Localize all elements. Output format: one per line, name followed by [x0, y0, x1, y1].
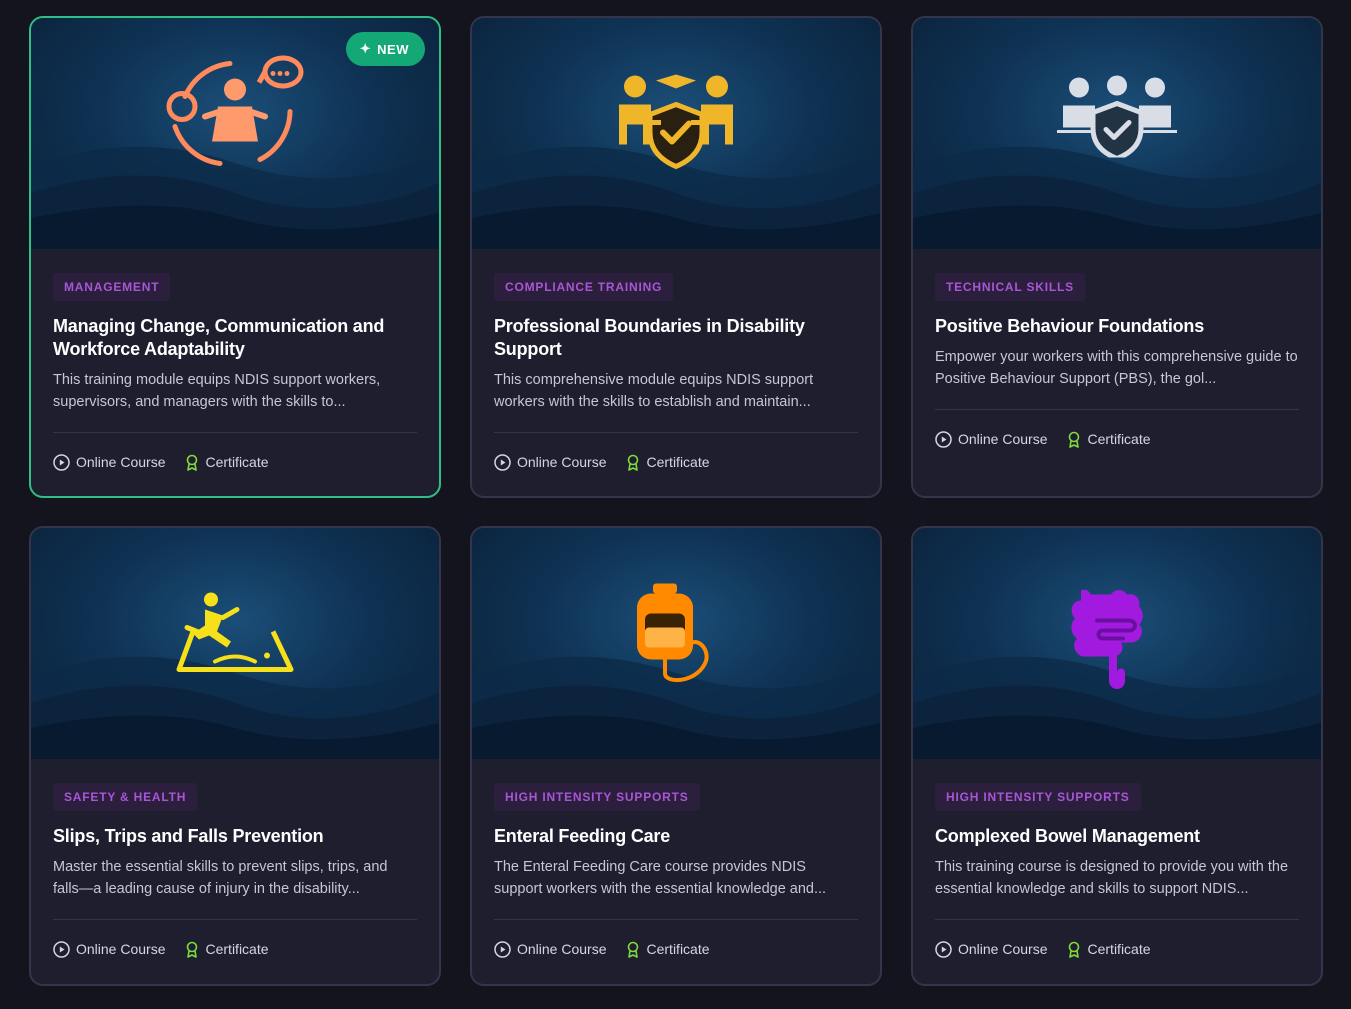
- play-circle-icon: [935, 940, 952, 958]
- course-description: The Enteral Feeding Care course provides…: [494, 859, 827, 897]
- course-meta: Online Course Certificate: [494, 920, 858, 978]
- play-circle-icon: [494, 453, 511, 471]
- course-banner: [913, 528, 1321, 759]
- new-badge: ✦ NEW: [345, 32, 425, 66]
- course-meta: Online Course Certificate: [53, 920, 417, 978]
- course-type: Online Course: [494, 940, 607, 958]
- play-circle-icon: [53, 453, 70, 471]
- course-title[interactable]: Managing Change, Communication and Workf…: [53, 315, 417, 361]
- course-type: Online Course: [53, 940, 166, 958]
- certificate-info: Certificate: [1066, 431, 1151, 448]
- certificate-info: Certificate: [184, 454, 269, 471]
- certificate-info: Certificate: [625, 941, 710, 958]
- course-type: Online Course: [935, 940, 1048, 958]
- course-card[interactable]: TECHNICAL SKILLS Positive Behaviour Foun…: [911, 16, 1323, 498]
- certificate-info: Certificate: [625, 454, 710, 471]
- play-circle-icon: [935, 430, 952, 448]
- course-card[interactable]: HIGH INTENSITY SUPPORTS Complexed Bowel …: [911, 526, 1323, 986]
- sparkle-icon: ✦: [359, 41, 372, 56]
- course-description: Master the essential skills to prevent s…: [53, 859, 388, 897]
- course-type: Online Course: [53, 453, 166, 471]
- award-icon: [627, 941, 638, 958]
- course-title[interactable]: Slips, Trips and Falls Prevention: [53, 825, 417, 848]
- category-tag: HIGH INTENSITY SUPPORTS: [494, 783, 700, 811]
- course-title[interactable]: Enteral Feeding Care: [494, 825, 858, 848]
- course-meta: Online Course Certificate: [935, 410, 1299, 468]
- feeding-bag-icon: [631, 583, 721, 693]
- category-tag: HIGH INTENSITY SUPPORTS: [935, 783, 1141, 811]
- award-icon: [1068, 431, 1079, 448]
- course-type: Online Course: [494, 453, 607, 471]
- play-circle-icon: [53, 940, 70, 958]
- award-icon: [1068, 941, 1079, 958]
- course-description: This training module equips NDIS support…: [53, 372, 381, 410]
- group-shield-icon: [1057, 74, 1177, 163]
- course-meta: Online Course Certificate: [53, 433, 417, 491]
- course-card[interactable]: COMPLIANCE TRAINING Professional Boundar…: [470, 16, 882, 498]
- intestine-icon: [1067, 581, 1167, 696]
- course-meta: Online Course Certificate: [494, 433, 858, 491]
- award-icon: [186, 941, 197, 958]
- course-title[interactable]: Professional Boundaries in Disability Su…: [494, 315, 858, 361]
- course-card[interactable]: HIGH INTENSITY SUPPORTS Enteral Feeding …: [470, 526, 882, 986]
- course-banner: [913, 18, 1321, 249]
- course-type: Online Course: [935, 430, 1048, 448]
- category-tag: SAFETY & HEALTH: [53, 783, 198, 811]
- category-tag: MANAGEMENT: [53, 273, 171, 301]
- course-title[interactable]: Positive Behaviour Foundations: [935, 315, 1299, 338]
- course-grid: ✦ NEW MANAGEMENT Managing Change, Commun…: [0, 0, 1351, 1009]
- course-banner: [31, 528, 439, 759]
- certificate-info: Certificate: [1066, 941, 1151, 958]
- category-tag: TECHNICAL SKILLS: [935, 273, 1085, 301]
- course-card[interactable]: ✦ NEW MANAGEMENT Managing Change, Commun…: [29, 16, 441, 498]
- course-description: This training course is designed to prov…: [935, 859, 1289, 897]
- course-description: Empower your workers with this comprehen…: [935, 349, 1298, 387]
- course-meta: Online Course Certificate: [935, 920, 1299, 978]
- course-banner: [472, 18, 880, 249]
- course-title[interactable]: Complexed Bowel Management: [935, 825, 1299, 848]
- play-circle-icon: [494, 940, 511, 958]
- category-tag: COMPLIANCE TRAINING: [494, 273, 674, 301]
- award-icon: [186, 454, 197, 471]
- change-management-icon: [160, 52, 310, 177]
- course-card[interactable]: SAFETY & HEALTH Slips, Trips and Falls P…: [29, 526, 441, 986]
- course-banner: [472, 528, 880, 759]
- slip-hazard-icon: [175, 592, 295, 681]
- award-icon: [627, 454, 638, 471]
- course-description: This comprehensive module equips NDIS su…: [494, 372, 814, 410]
- course-banner: ✦ NEW: [31, 18, 439, 249]
- certificate-info: Certificate: [184, 941, 269, 958]
- handshake-shield-icon: [611, 63, 741, 178]
